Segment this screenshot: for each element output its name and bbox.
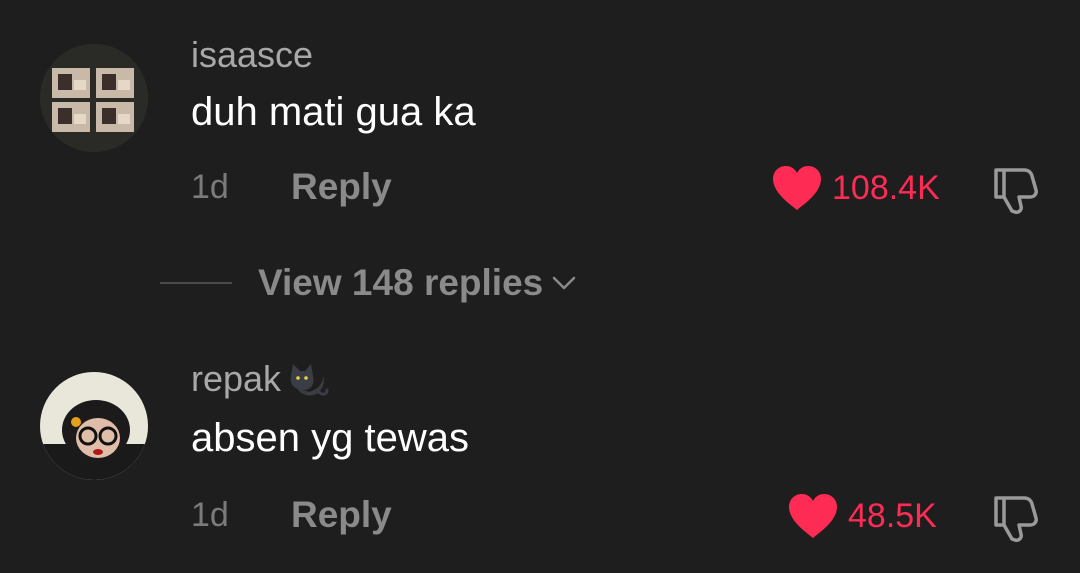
thumbs-down-icon bbox=[994, 496, 1038, 542]
dislike-button[interactable] bbox=[988, 162, 1042, 216]
view-replies-label[interactable]: View 148 replies bbox=[258, 262, 543, 304]
avatar[interactable] bbox=[40, 44, 148, 152]
comment-text: absen yg tewas bbox=[191, 416, 469, 460]
heart-icon bbox=[773, 166, 821, 210]
username-text: isaasce bbox=[191, 34, 314, 75]
dislike-button[interactable] bbox=[988, 490, 1042, 544]
reply-button[interactable]: Reply bbox=[291, 166, 392, 208]
like-button[interactable]: 108.4K bbox=[770, 164, 940, 212]
like-count: 108.4K bbox=[832, 168, 940, 207]
avatar-image bbox=[40, 44, 148, 152]
comment-text: duh mati gua ka bbox=[191, 90, 476, 134]
reply-button[interactable]: Reply bbox=[291, 494, 392, 536]
thumbs-down-icon bbox=[994, 168, 1038, 214]
comment-time: 1d bbox=[191, 496, 229, 534]
avatar-image bbox=[40, 372, 148, 480]
username[interactable]: isaasce bbox=[191, 34, 313, 76]
divider-line bbox=[160, 282, 232, 284]
avatar[interactable] bbox=[40, 372, 148, 480]
cat-icon bbox=[290, 364, 329, 396]
username[interactable]: repak bbox=[191, 356, 329, 402]
comment-time: 1d bbox=[191, 168, 229, 206]
like-button[interactable]: 48.5K bbox=[786, 492, 937, 540]
username-text: repak bbox=[191, 358, 282, 399]
view-replies[interactable]: View 148 replies bbox=[160, 262, 577, 304]
chevron-down-icon bbox=[552, 276, 576, 290]
heart-icon bbox=[789, 494, 837, 538]
like-count: 48.5K bbox=[848, 496, 937, 535]
